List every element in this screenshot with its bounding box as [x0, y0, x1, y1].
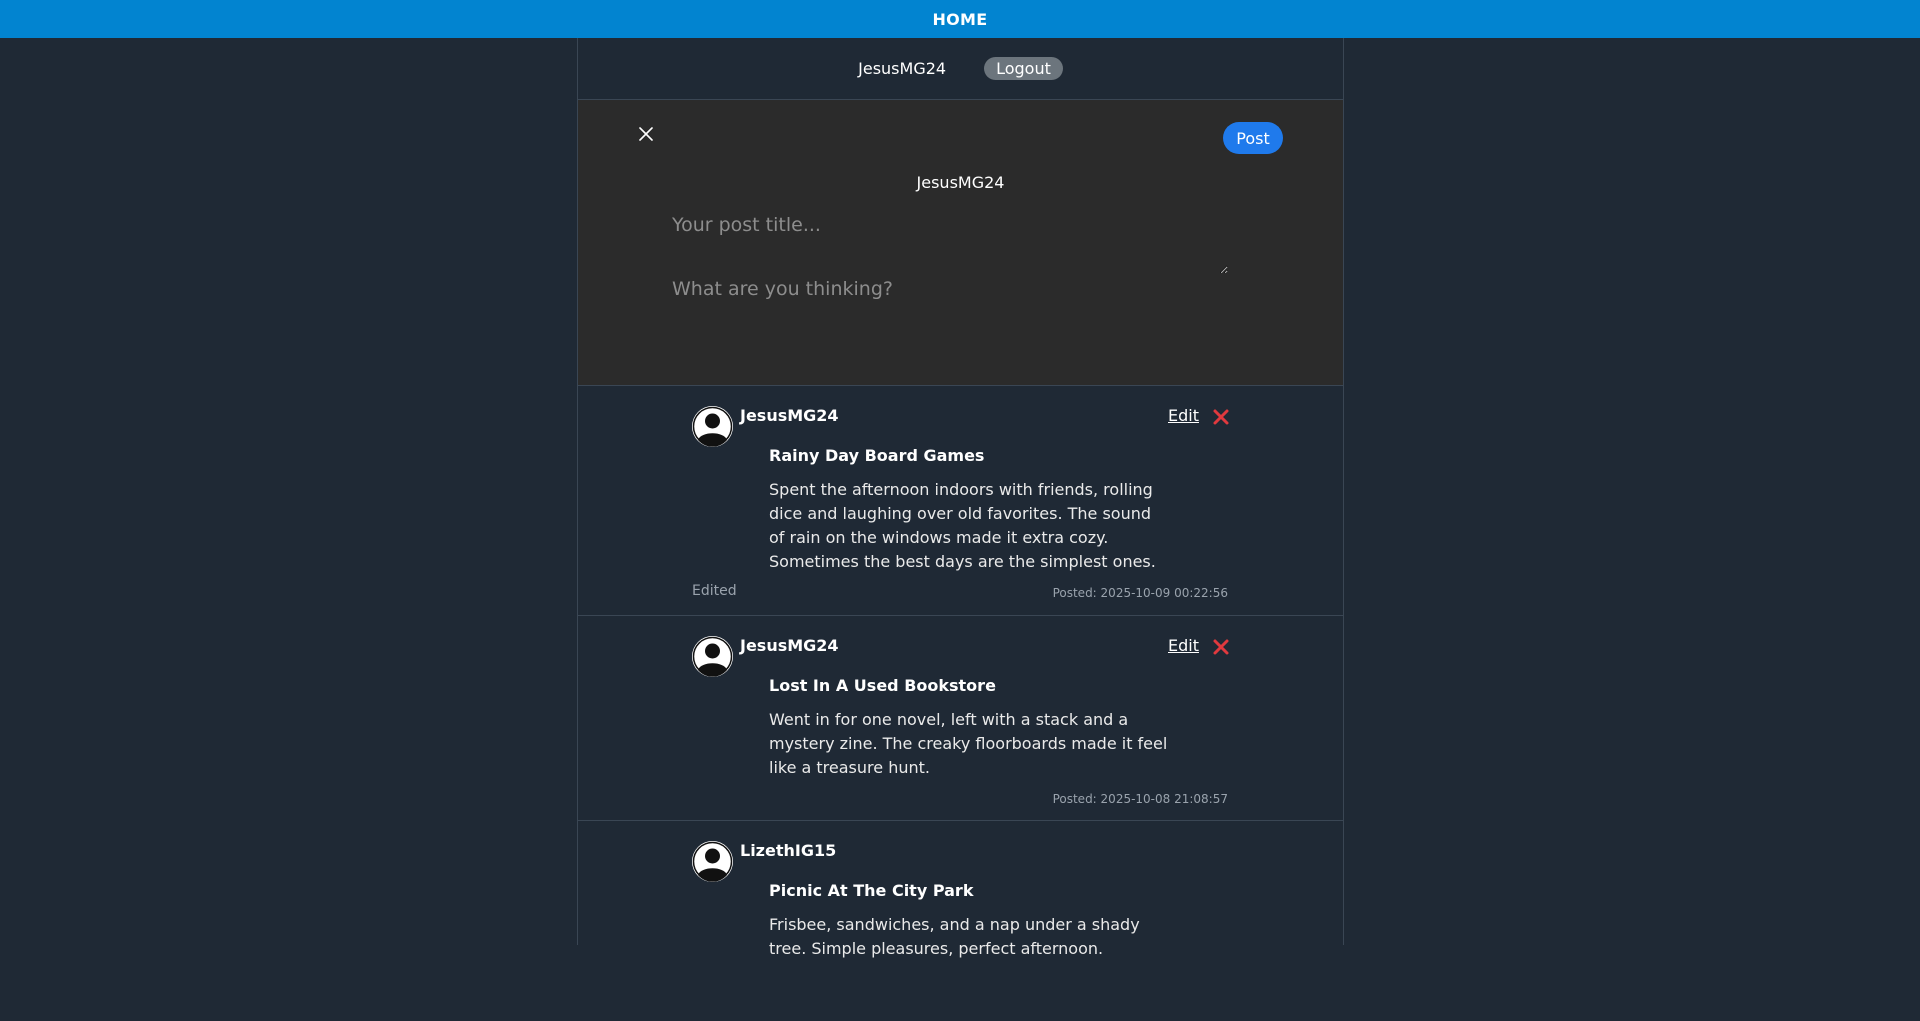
post-card: JesusMG24 Edit Lost In A Used Bookstore … — [578, 616, 1343, 821]
avatar-icon — [692, 406, 733, 447]
delete-icon[interactable] — [1212, 408, 1230, 426]
post-body: Spent the afternoon indoors with friends… — [769, 480, 1156, 571]
edit-link[interactable]: Edit — [1168, 406, 1199, 425]
user-bar: JesusMG24 Logout — [578, 38, 1343, 100]
logout-button[interactable]: Logout — [984, 57, 1063, 80]
home-link[interactable]: HOME — [932, 10, 987, 29]
current-username: JesusMG24 — [858, 59, 947, 78]
post-body: Frisbee, sandwiches, and a nap under a s… — [769, 915, 1140, 958]
main-column: JesusMG24 Logout Post JesusMG24 JesusMG2… — [577, 38, 1344, 958]
post-card: JesusMG24 Edit Rainy Day Board Games Spe… — [578, 386, 1343, 616]
post-title: Lost In A Used Bookstore — [769, 676, 996, 695]
post-title: Rainy Day Board Games — [769, 446, 985, 465]
top-nav-bar: HOME — [0, 0, 1920, 38]
post-body: Went in for one novel, left with a stack… — [769, 710, 1168, 777]
close-icon[interactable] — [634, 122, 658, 146]
edited-label: Edited — [692, 583, 737, 599]
avatar-icon — [692, 841, 733, 882]
composer-author: JesusMG24 — [916, 173, 1005, 192]
delete-icon[interactable] — [1212, 638, 1230, 656]
post-author[interactable]: JesusMG24 — [740, 406, 839, 425]
post-title-input[interactable] — [654, 208, 1228, 274]
post-body-input[interactable] — [654, 272, 1228, 362]
post-card: LizethIG15 Picnic At The City Park Frisb… — [578, 821, 1343, 1021]
post-date: Posted: 2025-10-08 21:08:57 — [1052, 792, 1228, 806]
edit-link[interactable]: Edit — [1168, 636, 1199, 655]
post-button[interactable]: Post — [1223, 122, 1283, 154]
post-title: Picnic At The City Park — [769, 881, 974, 900]
post-composer: Post JesusMG24 — [578, 100, 1343, 386]
avatar-icon — [692, 636, 733, 677]
post-date: Posted: 2025-10-09 00:22:56 — [1052, 586, 1228, 600]
post-author[interactable]: JesusMG24 — [740, 636, 839, 655]
post-author[interactable]: LizethIG15 — [740, 841, 836, 860]
